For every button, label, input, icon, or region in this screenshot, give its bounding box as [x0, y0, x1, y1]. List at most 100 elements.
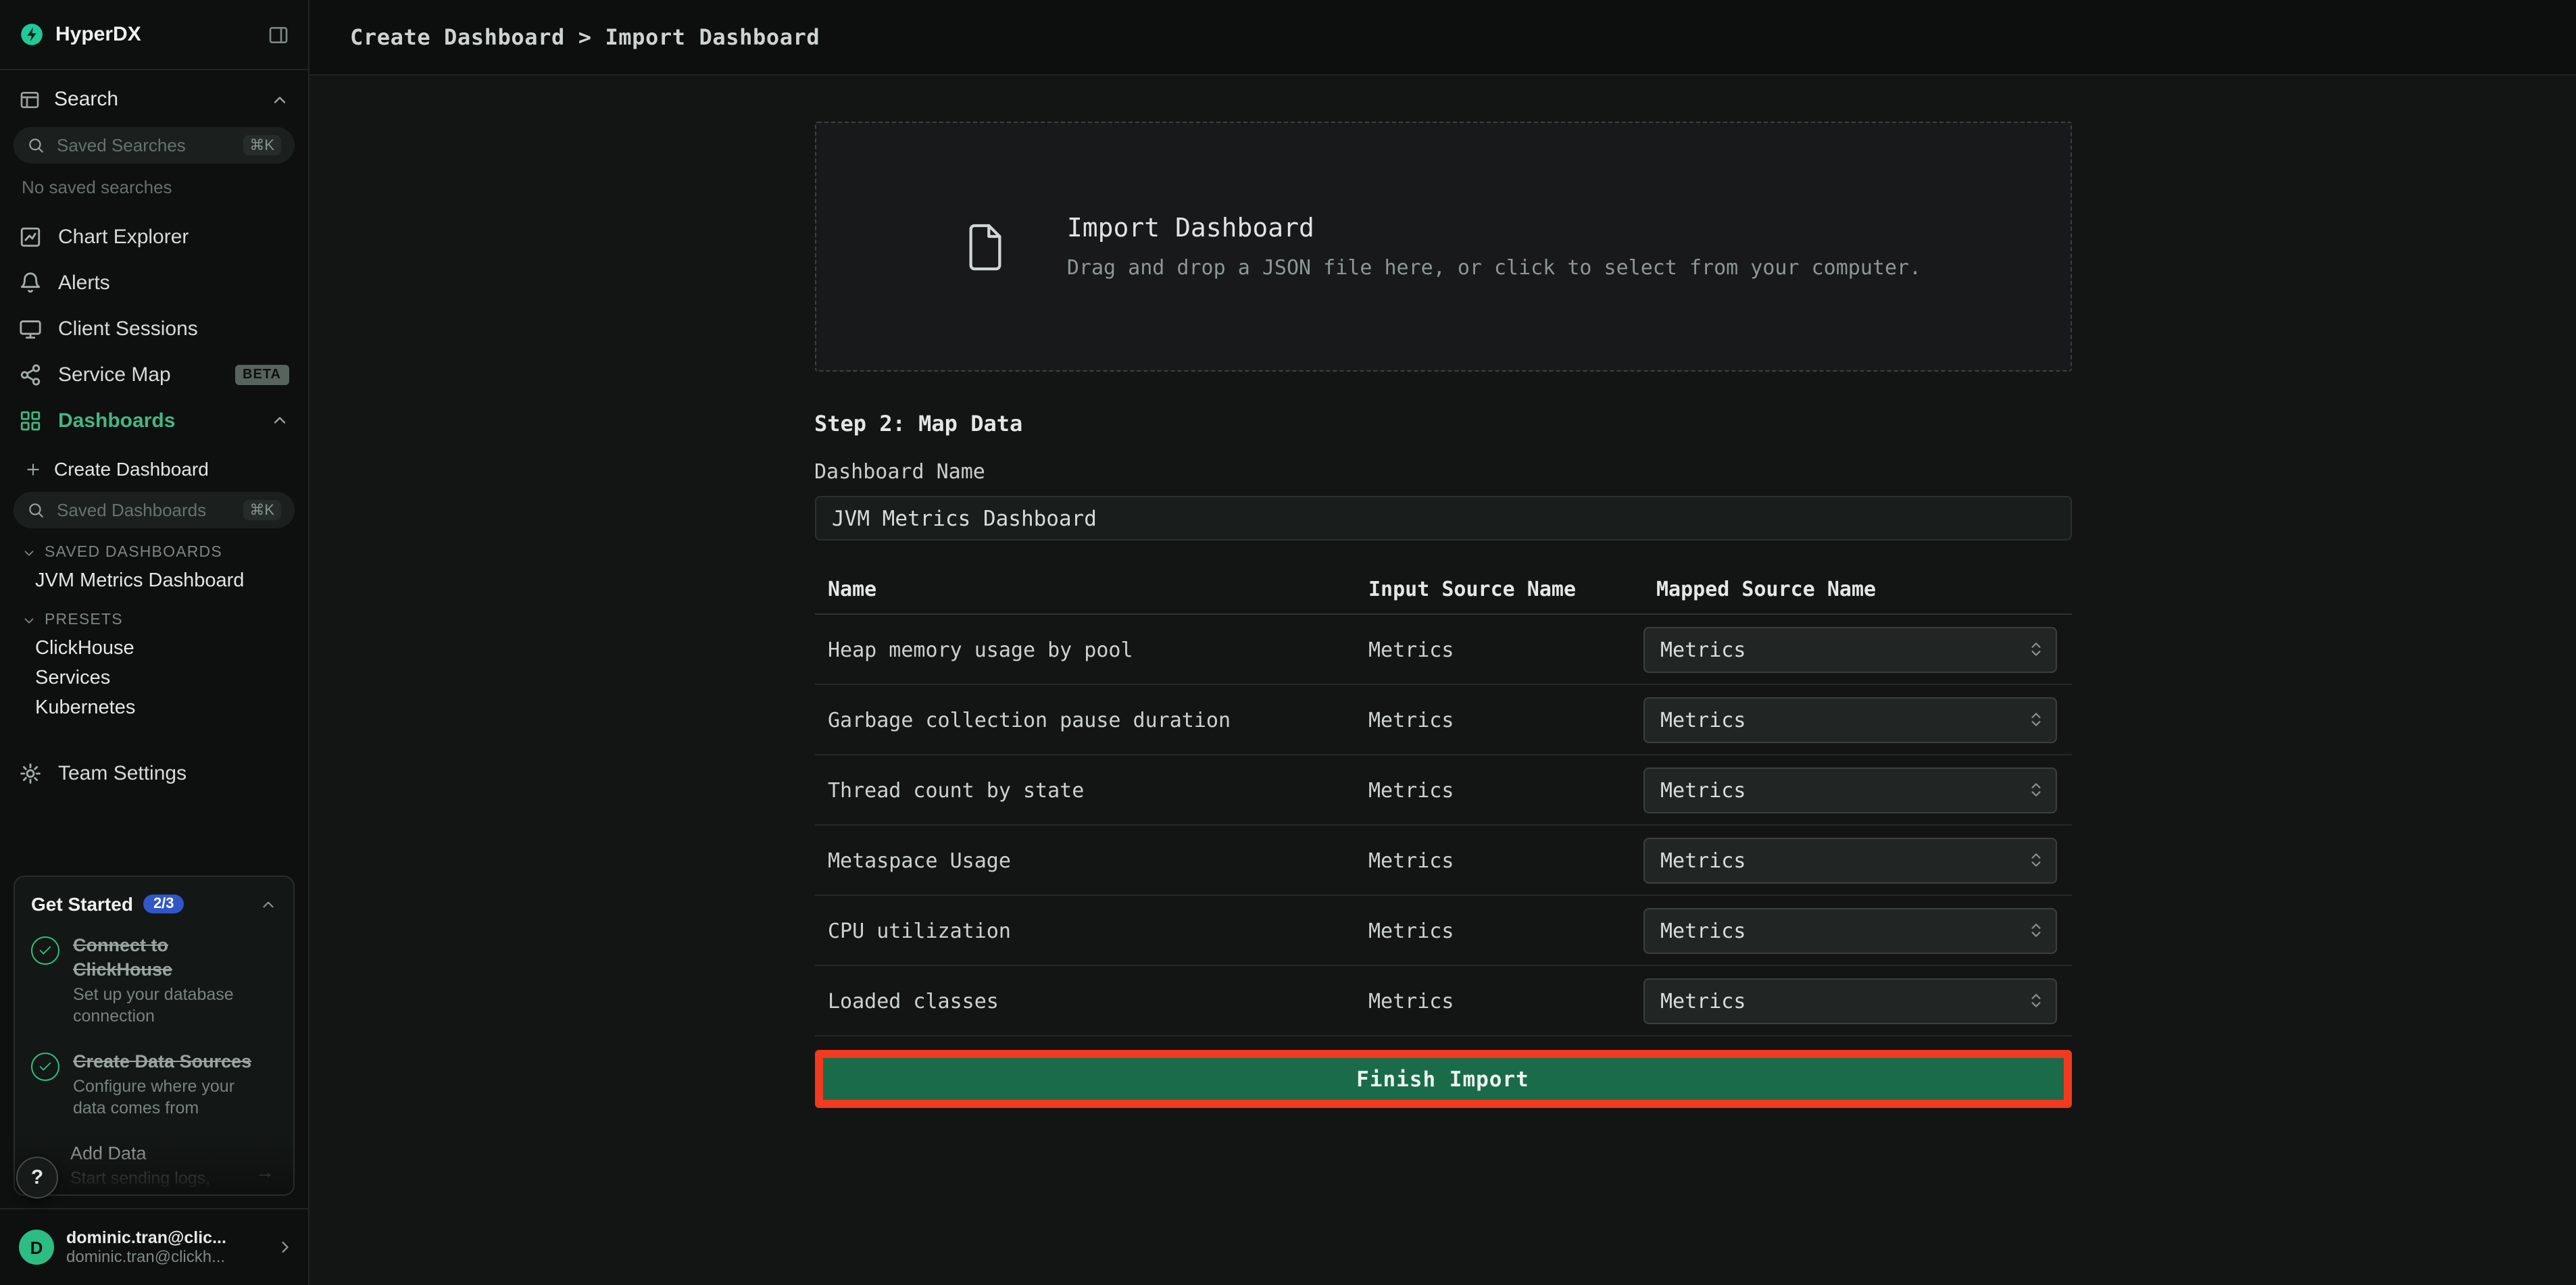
- shortcut-badge: ⌘K: [243, 500, 281, 520]
- get-started-card: Get Started 2/3 Connect to ClickHouse Se…: [14, 876, 295, 1196]
- help-button[interactable]: ?: [16, 1157, 58, 1199]
- chevron-up-icon[interactable]: [259, 895, 277, 913]
- arrow-right-icon: →: [255, 1160, 274, 1182]
- dashboard-name-label: Dashboard Name: [814, 459, 2071, 484]
- mapped-source-select[interactable]: Metrics: [1643, 697, 2056, 742]
- sidebar-collapse-icon[interactable]: [268, 24, 289, 45]
- dashboards-grid-icon: [19, 409, 42, 432]
- get-started-item-title: Add Data: [70, 1141, 259, 1165]
- get-started-item-connect[interactable]: Connect to ClickHouse Set up your databa…: [15, 923, 293, 1038]
- mapped-source-select[interactable]: Metrics: [1643, 837, 2056, 883]
- avatar: D: [19, 1230, 54, 1265]
- sidebar-item-label: Client Sessions: [58, 317, 198, 340]
- column-header-mapped-source: Mapped Source Name: [1643, 565, 2071, 613]
- sidebar-item-preset-clickhouse[interactable]: ClickHouse: [0, 634, 308, 663]
- breadcrumb[interactable]: Create Dashboard > Import Dashboard: [350, 24, 820, 50]
- import-dropzone[interactable]: Import Dashboard Drag and drop a JSON fi…: [814, 122, 2071, 372]
- table-row: Metaspace Usage Metrics Metrics: [814, 826, 2071, 896]
- get-started-item-sources[interactable]: Create Data Sources Configure where your…: [15, 1038, 293, 1130]
- row-name: Metaspace Usage: [814, 848, 1355, 872]
- sidebar-item-service-map[interactable]: Service Map BETA: [0, 351, 308, 397]
- table-icon: [19, 89, 41, 110]
- user-menu[interactable]: D dominic.tran@clic... dominic.tran@clic…: [0, 1208, 308, 1285]
- page-header: Create Dashboard > Import Dashboard: [309, 0, 2576, 76]
- hyperdx-logo-icon: [19, 22, 45, 47]
- row-name: Garbage collection pause duration: [814, 707, 1355, 732]
- saved-searches-search[interactable]: ⌘K: [14, 127, 295, 163]
- annotation-highlight-box: Finish Import: [814, 1050, 2071, 1108]
- chevron-right-icon: [276, 1238, 295, 1257]
- dashboard-name-input[interactable]: [814, 496, 2071, 540]
- table-row: CPU utilization Metrics Metrics: [814, 896, 2071, 966]
- select-value: Metrics: [1660, 707, 1745, 732]
- mapped-source-select[interactable]: Metrics: [1643, 907, 2056, 953]
- saved-dashboards-search[interactable]: ⌘K: [14, 492, 295, 528]
- get-started-item-add-data[interactable]: Add Data Start sending logs, metrics, or…: [15, 1130, 293, 1196]
- row-input-source: Metrics: [1355, 848, 1643, 872]
- chevron-down-icon: [22, 545, 36, 560]
- chevron-down-icon: [22, 613, 36, 628]
- bell-icon: [19, 271, 42, 294]
- sidebar-item-alerts[interactable]: Alerts: [0, 259, 308, 305]
- sidebar-item-preset-services[interactable]: Services: [0, 663, 308, 693]
- mapped-source-select[interactable]: Metrics: [1643, 978, 2056, 1024]
- chevrons-up-down-icon: [2027, 711, 2044, 728]
- select-value: Metrics: [1660, 637, 1745, 661]
- chevrons-up-down-icon: [2027, 640, 2044, 658]
- select-value: Metrics: [1660, 988, 1745, 1013]
- saved-dashboards-input[interactable]: [54, 499, 233, 522]
- service-map-icon: [19, 363, 42, 386]
- presets-group-label[interactable]: PRESETS: [0, 596, 308, 634]
- sidebar-item-team-settings[interactable]: Team Settings: [0, 750, 308, 796]
- get-started-item-title: Connect to ClickHouse: [73, 934, 262, 981]
- monitor-icon: [19, 317, 42, 340]
- chevrons-up-down-icon: [2027, 851, 2044, 869]
- chevron-up-icon[interactable]: [270, 411, 289, 430]
- sidebar-item-label: Service Map: [58, 363, 171, 386]
- chevron-up-icon[interactable]: [270, 90, 289, 109]
- sidebar-item-client-sessions[interactable]: Client Sessions: [0, 305, 308, 351]
- get-started-item-title: Create Data Sources: [73, 1049, 262, 1073]
- sidebar-item-preset-kubernetes[interactable]: Kubernetes: [0, 693, 308, 723]
- group-label-text: SAVED DASHBOARDS: [45, 545, 222, 561]
- check-circle-icon: [31, 1052, 59, 1080]
- plus-icon: [24, 460, 42, 478]
- row-name: Thread count by state: [814, 778, 1355, 802]
- table-row: Loaded classes Metrics Metrics: [814, 966, 2071, 1036]
- saved-dashboards-group-label[interactable]: SAVED DASHBOARDS: [0, 528, 308, 566]
- check-circle-icon: [31, 936, 59, 965]
- beta-badge: BETA: [234, 364, 289, 384]
- sidebar-item-label: Chart Explorer: [58, 225, 189, 248]
- sidebar-item-chart-explorer[interactable]: Chart Explorer: [0, 213, 308, 259]
- mapped-source-select[interactable]: Metrics: [1643, 626, 2056, 672]
- select-value: Metrics: [1660, 848, 1745, 872]
- sidebar: HyperDX Search ⌘K No saved searches: [0, 0, 309, 1285]
- row-name: Heap memory usage by pool: [814, 637, 1355, 661]
- chevrons-up-down-icon: [2027, 922, 2044, 939]
- get-started-header[interactable]: Get Started 2/3: [15, 877, 293, 923]
- row-input-source: Metrics: [1355, 707, 1643, 732]
- column-header-name: Name: [814, 565, 1355, 613]
- search-section-header[interactable]: Search: [0, 70, 308, 124]
- group-label-text: PRESETS: [45, 612, 123, 628]
- dropzone-title: Import Dashboard: [1067, 213, 1921, 243]
- row-input-source: Metrics: [1355, 637, 1643, 661]
- sidebar-item-label: Alerts: [58, 271, 110, 294]
- sidebar-item-dashboards[interactable]: Dashboards: [0, 397, 308, 443]
- sidebar-item-jvm-dashboard[interactable]: JVM Metrics Dashboard: [0, 566, 308, 596]
- table-row: Heap memory usage by pool Metrics Metric…: [814, 615, 2071, 685]
- create-dashboard-label: Create Dashboard: [54, 458, 209, 480]
- get-started-title: Get Started: [31, 893, 133, 915]
- saved-searches-input[interactable]: [54, 134, 233, 157]
- finish-import-button[interactable]: Finish Import: [822, 1058, 2063, 1100]
- row-input-source: Metrics: [1355, 778, 1643, 802]
- user-email: dominic.tran@clickh...: [66, 1247, 264, 1266]
- create-dashboard-button[interactable]: Create Dashboard: [0, 449, 308, 489]
- row-input-source: Metrics: [1355, 988, 1643, 1013]
- column-header-input-source: Input Source Name: [1355, 565, 1643, 613]
- select-value: Metrics: [1660, 778, 1745, 802]
- mapped-source-select[interactable]: Metrics: [1643, 767, 2056, 813]
- import-dashboard-panel: Import Dashboard Drag and drop a JSON fi…: [814, 76, 2071, 1108]
- app-window: HyperDX Search ⌘K No saved searches: [0, 0, 2576, 1285]
- row-name: CPU utilization: [814, 918, 1355, 942]
